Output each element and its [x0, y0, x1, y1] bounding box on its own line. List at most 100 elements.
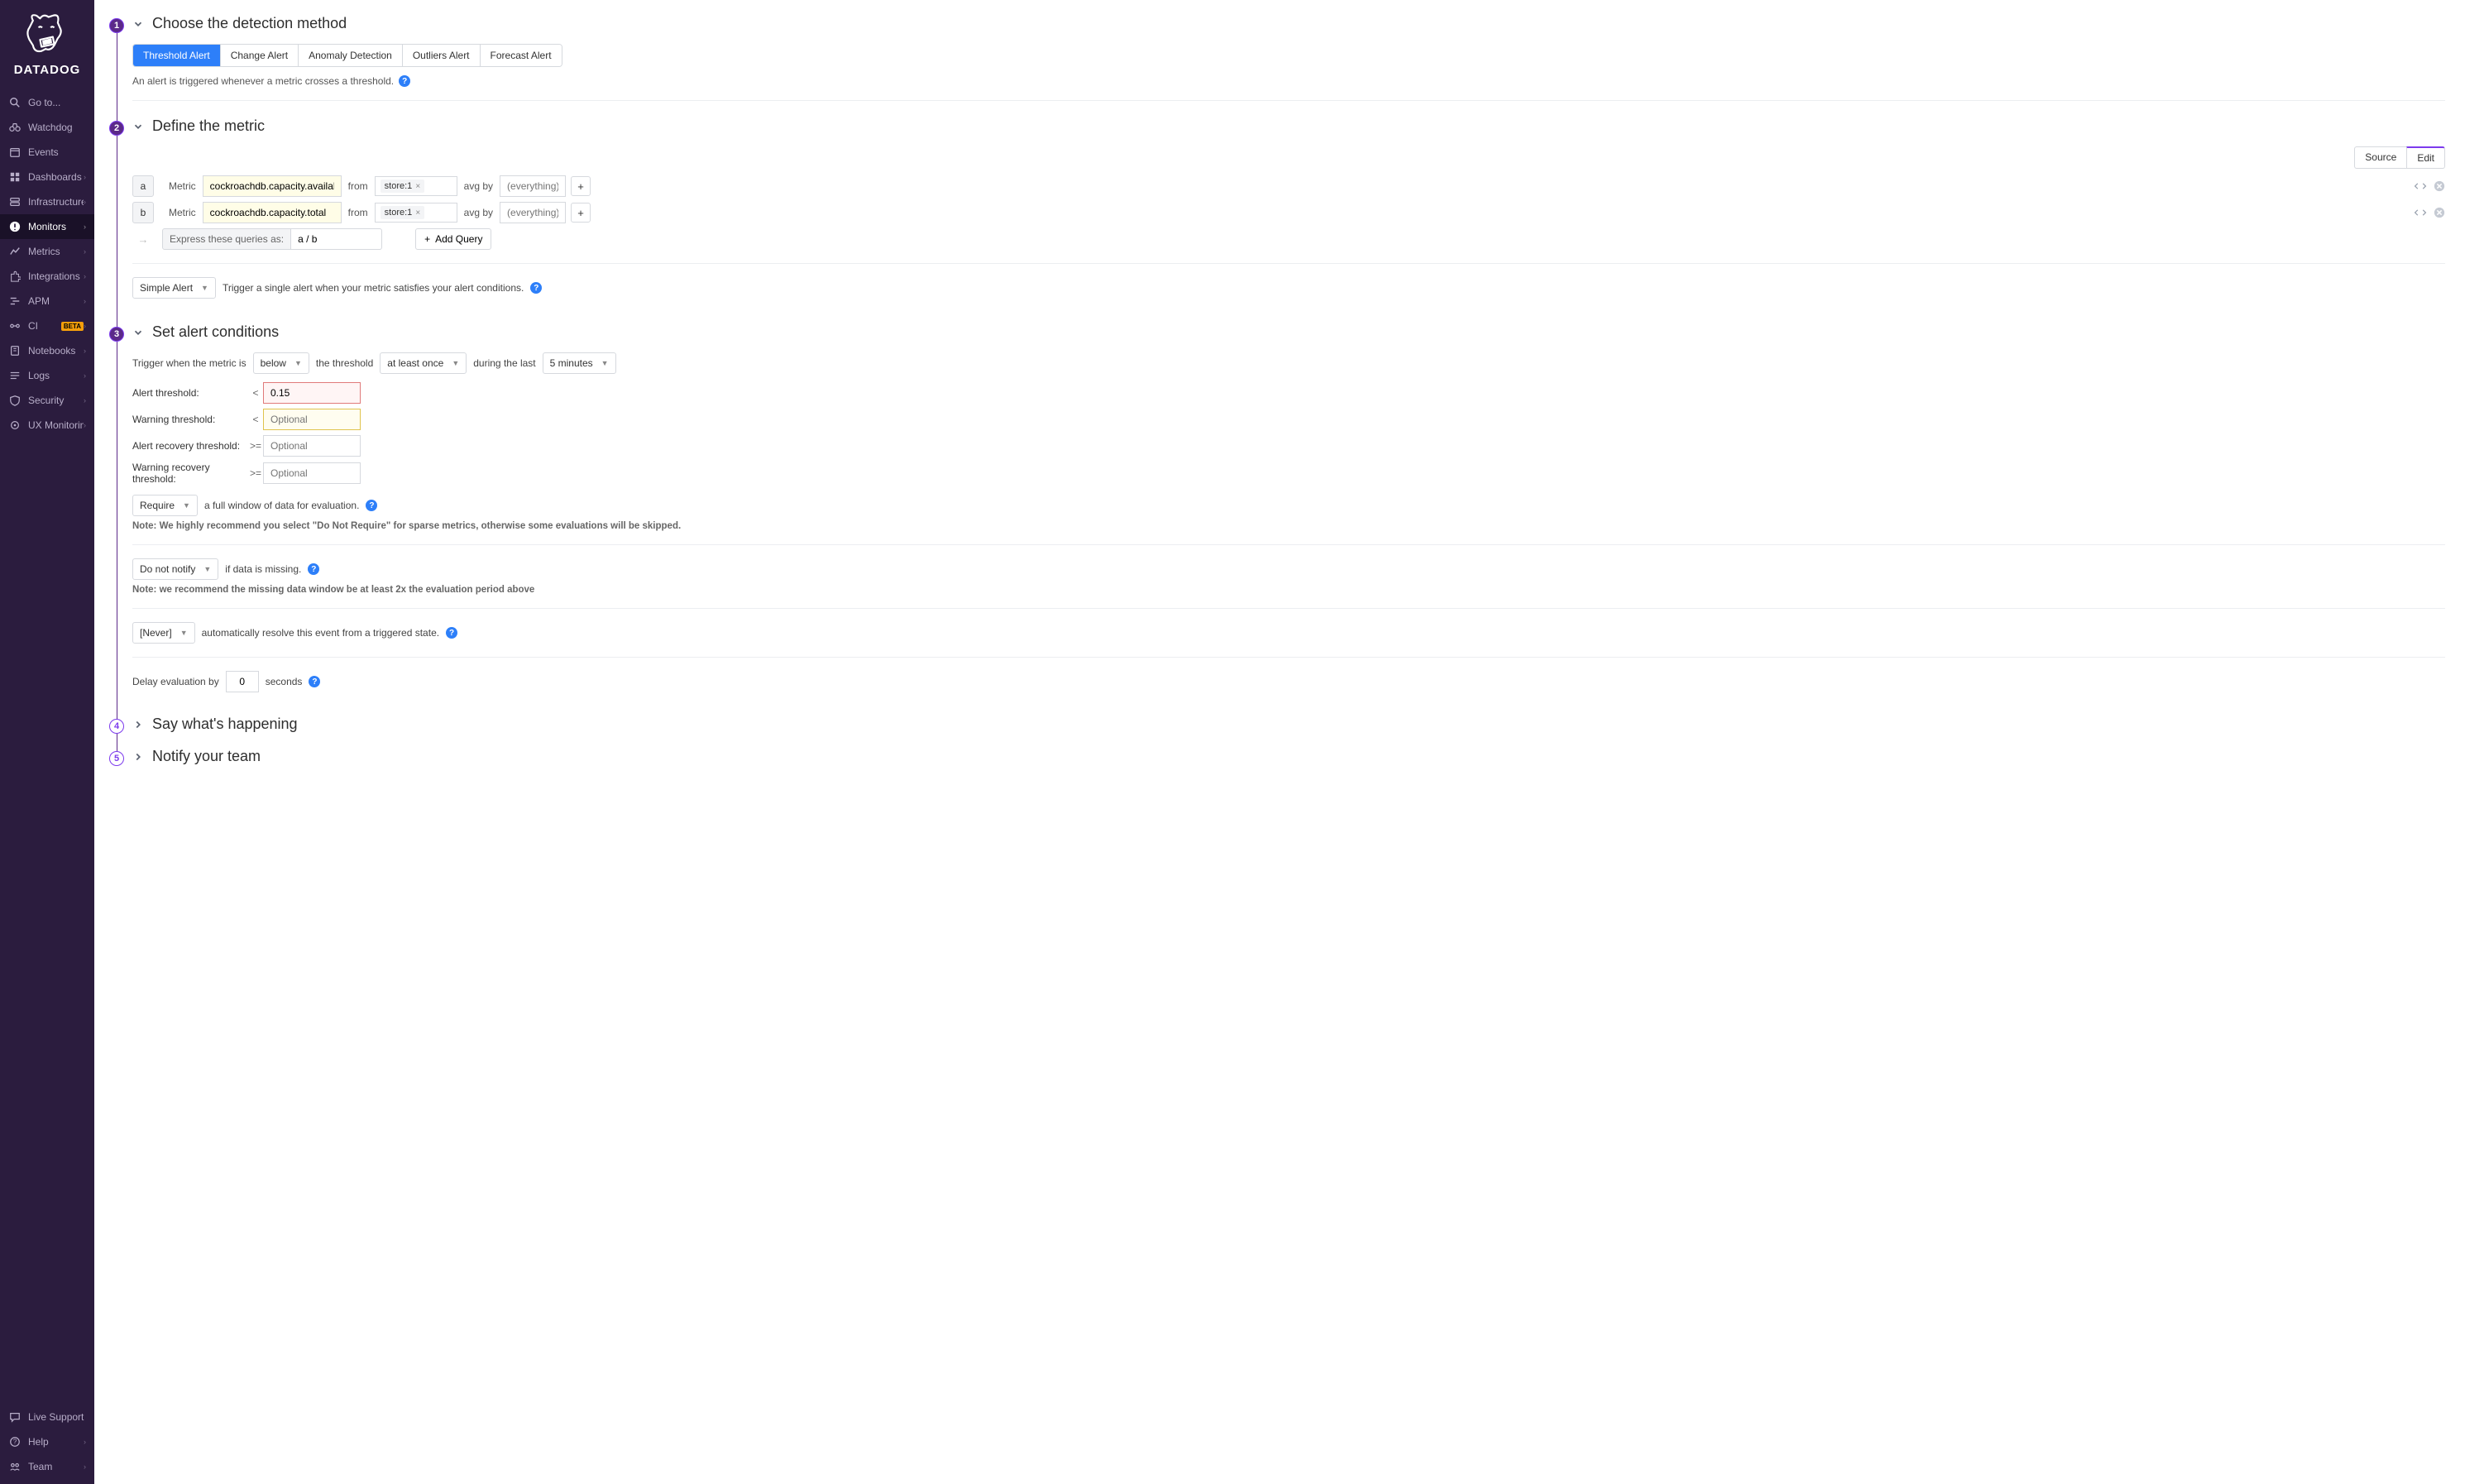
sidebar-item-watchdog[interactable]: Watchdog: [0, 115, 94, 140]
puzzle-icon: [8, 270, 22, 283]
require-select[interactable]: Require▼: [132, 495, 198, 516]
method-threshold[interactable]: Threshold Alert: [133, 45, 221, 66]
sidebar-item-monitors[interactable]: Monitors ›: [0, 214, 94, 239]
alert-threshold-input[interactable]: [263, 382, 361, 404]
step-1-header[interactable]: Choose the detection method: [132, 15, 2445, 32]
avgby-input-b[interactable]: [500, 202, 566, 223]
sidebar-item-infrastructure[interactable]: Infrastructure ›: [0, 189, 94, 214]
direction-select[interactable]: below▼: [253, 352, 309, 374]
sidebar-item-ci[interactable]: CI BETA ›: [0, 314, 94, 338]
remove-tag-icon[interactable]: ×: [415, 182, 420, 191]
caret-down-icon: ▼: [294, 359, 302, 367]
sidebar-item-help[interactable]: ? Help ›: [0, 1429, 94, 1454]
nav-search[interactable]: Go to...: [0, 90, 94, 115]
frequency-select[interactable]: at least once▼: [380, 352, 467, 374]
sidebar-item-logs[interactable]: Logs ›: [0, 363, 94, 388]
chevron-down-icon: [132, 327, 144, 338]
chevron-right-icon: ›: [84, 247, 86, 256]
warning-recovery-input[interactable]: [263, 462, 361, 484]
method-anomaly[interactable]: Anomaly Detection: [299, 45, 403, 66]
from-input-b[interactable]: store:1×: [375, 203, 457, 223]
chevron-right-icon: ›: [84, 396, 86, 405]
step-3-header[interactable]: Set alert conditions: [132, 323, 2445, 341]
metric-row-a: a Metric from store:1× avg by +: [132, 175, 2445, 197]
dashboard-icon: [8, 170, 22, 184]
add-query-button[interactable]: +Add Query: [415, 228, 491, 250]
add-function-b[interactable]: +: [571, 203, 591, 223]
missing-select[interactable]: Do not notify▼: [132, 558, 218, 580]
method-outliers[interactable]: Outliers Alert: [403, 45, 481, 66]
tag-chip: store:1×: [381, 180, 424, 193]
remove-row-icon[interactable]: [2434, 180, 2445, 192]
window-select[interactable]: 5 minutes▼: [543, 352, 616, 374]
sidebar-item-apm[interactable]: APM ›: [0, 289, 94, 314]
avgby-input-a[interactable]: [500, 175, 566, 197]
chevron-right-icon: ›: [84, 421, 86, 429]
code-toggle-icon[interactable]: [2414, 180, 2427, 192]
sidebar-item-dashboards[interactable]: Dashboards ›: [0, 165, 94, 189]
binoculars-icon: [8, 121, 22, 134]
help-icon[interactable]: ?: [309, 676, 320, 687]
logo[interactable]: DATADOG: [0, 0, 94, 84]
alert-mode-select[interactable]: Simple Alert▼: [132, 277, 216, 299]
sidebar-item-ux[interactable]: UX Monitoring ›: [0, 413, 94, 438]
remove-row-icon[interactable]: [2434, 207, 2445, 218]
svg-text:?: ?: [13, 1439, 17, 1446]
arrow-icon: →: [132, 233, 154, 246]
caret-down-icon: ▼: [201, 284, 208, 292]
chevron-right-icon: ›: [84, 1462, 86, 1471]
metrics-icon: [8, 245, 22, 258]
query-letter-a[interactable]: a: [132, 175, 154, 197]
from-input-a[interactable]: store:1×: [375, 176, 457, 196]
caret-down-icon: ▼: [601, 359, 609, 367]
chevron-right-icon: ›: [84, 322, 86, 330]
query-letter-b[interactable]: b: [132, 202, 154, 223]
chat-icon: [8, 1410, 22, 1424]
code-toggle-icon[interactable]: [2414, 207, 2427, 218]
step-2-header[interactable]: Define the metric: [132, 117, 2445, 135]
delay-input[interactable]: [226, 671, 259, 692]
step-4-header[interactable]: Say what's happening: [132, 716, 2445, 733]
detection-method-group: Threshold Alert Change Alert Anomaly Det…: [132, 44, 562, 67]
caret-down-icon: ▼: [180, 629, 188, 637]
sidebar-item-team[interactable]: Team ›: [0, 1454, 94, 1479]
help-icon[interactable]: ?: [446, 627, 457, 639]
chevron-right-icon: [132, 719, 144, 730]
help-icon[interactable]: ?: [530, 282, 542, 294]
brand-text: DATADOG: [0, 63, 94, 77]
metric-input-a[interactable]: [203, 175, 342, 197]
sidebar-item-events[interactable]: Events: [0, 140, 94, 165]
alert-recovery-input[interactable]: [263, 435, 361, 457]
sidebar-item-support[interactable]: Live Support: [0, 1405, 94, 1429]
remove-tag-icon[interactable]: ×: [415, 208, 420, 218]
nav-footer: Live Support ? Help › Team ›: [0, 1405, 94, 1484]
step-badge-1: 1: [109, 18, 124, 33]
sidebar: DATADOG Go to... Watchdog Events Dashboa…: [0, 0, 94, 1484]
step-badge-2: 2: [109, 121, 124, 136]
tab-source[interactable]: Source: [2354, 146, 2406, 169]
express-input[interactable]: [291, 228, 382, 250]
caret-down-icon: ▼: [203, 565, 211, 573]
chevron-right-icon: ›: [84, 198, 86, 206]
sidebar-item-notebooks[interactable]: Notebooks ›: [0, 338, 94, 363]
step-5-header[interactable]: Notify your team: [132, 748, 2445, 765]
help-icon[interactable]: ?: [308, 563, 319, 575]
tab-edit[interactable]: Edit: [2406, 146, 2445, 169]
help-icon[interactable]: ?: [366, 500, 377, 511]
sidebar-item-integrations[interactable]: Integrations ›: [0, 264, 94, 289]
notebook-icon: [8, 344, 22, 357]
server-icon: [8, 195, 22, 208]
help-icon[interactable]: ?: [399, 75, 410, 87]
sidebar-item-metrics[interactable]: Metrics ›: [0, 239, 94, 264]
warning-threshold-input[interactable]: [263, 409, 361, 430]
calendar-icon: [8, 146, 22, 159]
sidebar-item-security[interactable]: Security ›: [0, 388, 94, 413]
resolve-select[interactable]: [Never]▼: [132, 622, 195, 644]
metric-input-b[interactable]: [203, 202, 342, 223]
nav-main: Go to... Watchdog Events Dashboards › In…: [0, 84, 94, 1405]
logs-icon: [8, 369, 22, 382]
add-function-a[interactable]: +: [571, 176, 591, 196]
method-change[interactable]: Change Alert: [221, 45, 299, 66]
method-forecast[interactable]: Forecast Alert: [481, 45, 562, 66]
search-icon: [8, 96, 22, 109]
